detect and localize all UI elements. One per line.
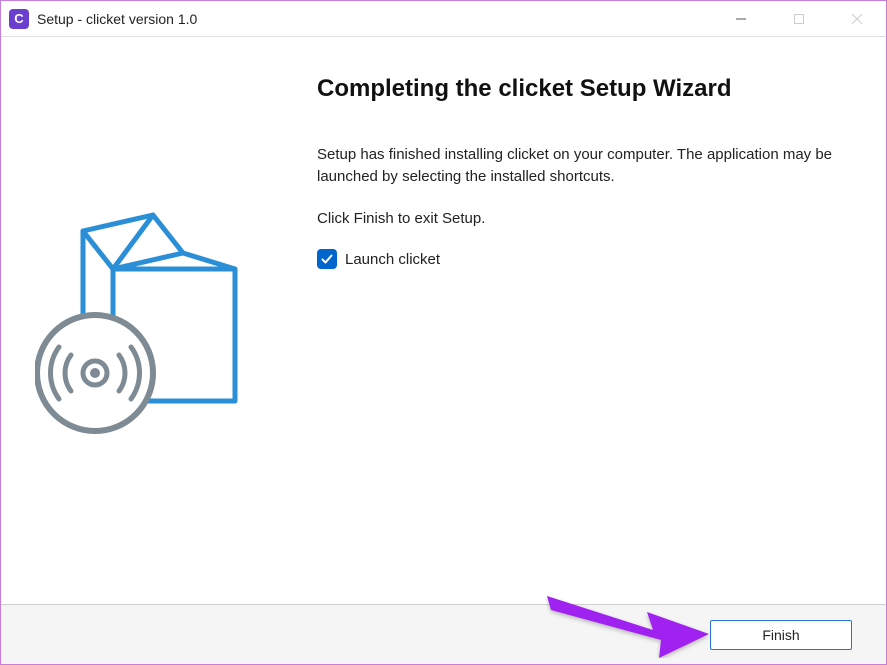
finish-button[interactable]: Finish (710, 620, 852, 650)
close-button (828, 1, 886, 36)
launch-checkbox[interactable] (317, 249, 337, 269)
app-icon: C (9, 9, 29, 29)
wizard-body-2: Click Finish to exit Setup. (317, 208, 858, 230)
wizard-heading: Completing the clicket Setup Wizard (317, 73, 858, 104)
launch-checkbox-label: Launch clicket (345, 251, 440, 268)
main-panel: Completing the clicket Setup Wizard Setu… (289, 37, 886, 604)
maximize-icon (793, 13, 805, 25)
minimize-icon (735, 13, 747, 25)
maximize-button (770, 1, 828, 36)
check-icon (320, 252, 334, 266)
launch-checkbox-row[interactable]: Launch clicket (317, 249, 858, 269)
content-area: Completing the clicket Setup Wizard Setu… (1, 37, 886, 604)
titlebar: C Setup - clicket version 1.0 (1, 1, 886, 37)
side-panel (1, 37, 289, 604)
minimize-button[interactable] (712, 1, 770, 36)
box-disc-icon (35, 201, 255, 441)
window-title: Setup - clicket version 1.0 (37, 11, 712, 27)
window-controls (712, 1, 886, 36)
installer-window: C Setup - clicket version 1.0 (0, 0, 887, 665)
footer: Finish (1, 604, 886, 664)
close-icon (851, 13, 863, 25)
wizard-body-1: Setup has finished installing clicket on… (317, 144, 858, 188)
